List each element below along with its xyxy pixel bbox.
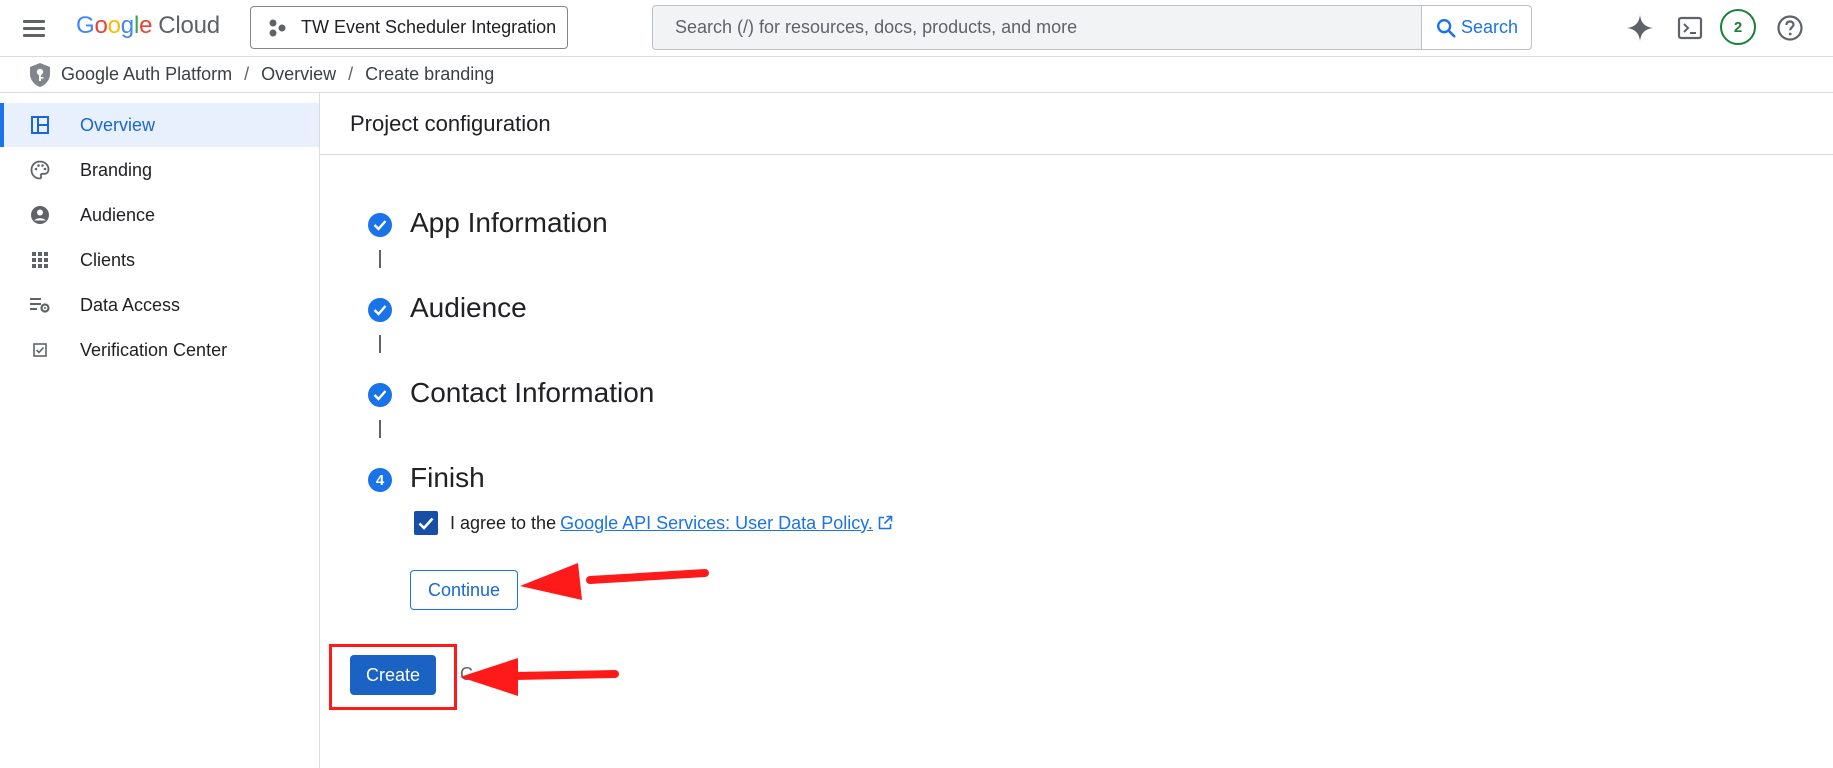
dashboard-icon <box>28 113 52 137</box>
gemini-sparkle-icon[interactable] <box>1623 11 1657 45</box>
check-circle-icon <box>368 213 392 237</box>
obscured-label: C <box>460 664 473 684</box>
annotation-arrow-create <box>460 658 619 696</box>
logo-letter: o <box>107 12 121 39</box>
sidebar-item-label: Data Access <box>80 294 181 315</box>
google-cloud-logo[interactable]: Google Cloud <box>76 12 220 40</box>
step-connector <box>379 250 381 268</box>
project-icon <box>267 17 289 39</box>
agree-checkbox[interactable] <box>414 511 438 535</box>
sidebar-item-audience[interactable]: Audience <box>0 193 319 237</box>
help-icon[interactable] <box>1773 11 1807 45</box>
logo-letter: g <box>120 12 134 39</box>
annotation-highlight-box <box>329 644 457 710</box>
sidebar: Overview Branding Audience Clients Data … <box>0 93 320 768</box>
step-connector <box>379 335 381 353</box>
palette-icon <box>28 158 52 182</box>
step-number: 4 <box>368 468 392 492</box>
apps-grid-icon <box>28 248 52 272</box>
step-title: Finish <box>410 462 485 493</box>
search-button[interactable]: Search <box>1421 6 1531 49</box>
check-circle-icon <box>368 383 392 407</box>
sidebar-item-verification-center[interactable]: Verification Center <box>0 328 319 372</box>
sidebar-item-clients[interactable]: Clients <box>0 238 319 282</box>
sidebar-item-label: Branding <box>80 159 153 180</box>
logo-letter: o <box>94 12 108 39</box>
step-connector <box>379 420 381 438</box>
logo-letter: G <box>76 12 95 39</box>
sidebar-item-label: Clients <box>80 249 136 270</box>
project-name: TW Event Scheduler Integration <box>301 17 557 37</box>
search-bar: Search <box>652 5 1532 50</box>
sidebar-item-label: Audience <box>80 204 156 225</box>
sidebar-item-data-access[interactable]: Data Access <box>0 283 319 327</box>
sidebar-item-label: Verification Center <box>80 339 228 360</box>
shield-key-icon <box>27 62 53 88</box>
search-icon <box>1436 18 1456 38</box>
sidebar-item-branding[interactable]: Branding <box>0 148 319 192</box>
logo-cloud-text: Cloud <box>158 12 220 39</box>
logo-letter: e <box>139 12 153 39</box>
breadcrumb-create-branding: Create branding <box>365 64 495 84</box>
list-settings-icon <box>28 293 52 317</box>
checkbox-icon <box>28 338 52 362</box>
step-title: App Information <box>410 207 608 238</box>
main-header: Project configuration <box>320 93 1833 155</box>
step-title: Audience <box>410 292 527 323</box>
breadcrumb-separator: / <box>348 64 354 84</box>
user-data-policy-link[interactable]: Google API Services: User Data Policy. <box>560 513 873 534</box>
page-title: Project configuration <box>350 111 551 136</box>
agree-row: I agree to the Google API Services: User… <box>414 510 893 536</box>
top-bar: Google Cloud TW Event Scheduler Integrati… <box>0 0 1833 57</box>
cloud-shell-icon[interactable] <box>1673 11 1707 45</box>
sidebar-item-label: Overview <box>80 114 156 135</box>
breadcrumb: Google Auth Platform / Overview / Create… <box>0 57 1833 93</box>
breadcrumb-separator: / <box>244 64 250 84</box>
menu-icon[interactable] <box>18 14 50 42</box>
account-circle-icon <box>28 203 52 227</box>
breadcrumb-overview[interactable]: Overview <box>261 64 336 85</box>
step-title: Contact Information <box>410 377 655 408</box>
project-picker-button[interactable]: TW Event Scheduler Integration <box>250 6 568 49</box>
sidebar-item-overview[interactable]: Overview <box>0 103 319 147</box>
notifications-badge[interactable]: 2 <box>1720 9 1756 45</box>
check-circle-icon <box>368 298 392 322</box>
external-link-icon[interactable] <box>877 515 893 531</box>
annotation-arrow-continue <box>520 563 709 600</box>
breadcrumb-google-auth-platform[interactable]: Google Auth Platform <box>61 64 232 85</box>
search-button-label: Search <box>1460 17 1519 37</box>
continue-button[interactable]: Continue <box>410 570 518 610</box>
search-input[interactable] <box>653 6 1421 49</box>
agree-text: I agree to the <box>450 512 557 533</box>
